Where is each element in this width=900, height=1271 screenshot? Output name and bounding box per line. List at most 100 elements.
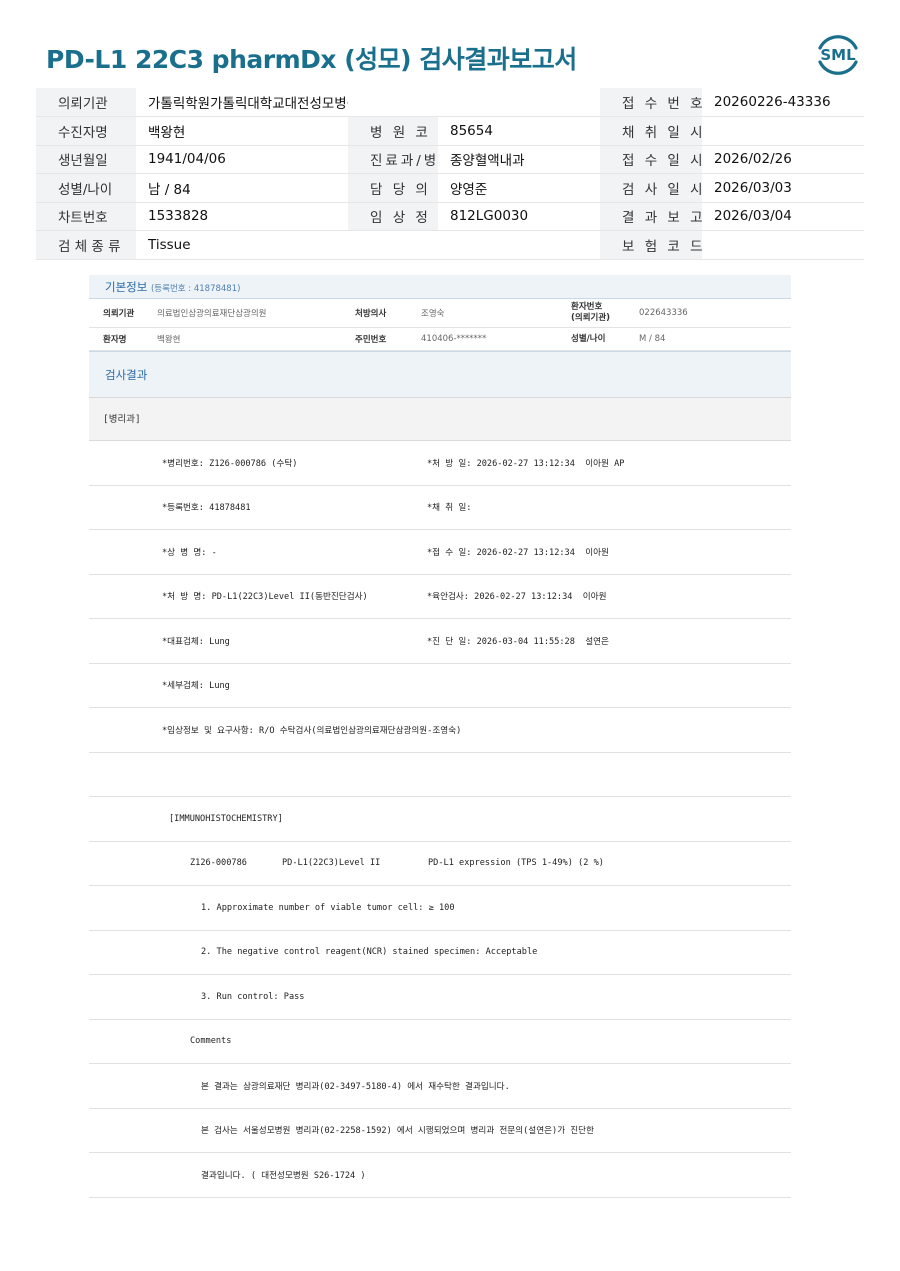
info-label-l3: 보 험 코 드 — [600, 230, 702, 260]
ihc-title: [IMMUNOHISTOCHEMISTRY] — [169, 813, 283, 824]
info-row: 의뢰기관가톨릭학원가톨릭대학교대전성모병원(병리과) 접 수 번 호2026022… — [36, 88, 864, 117]
info-label-l2: 임 상 정 보 — [348, 202, 438, 231]
info-label-l2: 담 당 의 사 — [348, 173, 438, 203]
ihc-item-1: 1. Approximate number of viable tumor ce… — [201, 902, 455, 913]
result-field-right: *처 방 일: 2026-02-27 13:12:34 이아원 AP — [427, 458, 625, 469]
basic-info-section: 기본정보 (등록번호 : 41878481) 의뢰기관 의료법인삼광의료재단삼광… — [89, 275, 791, 1198]
ihc-result-row: Z126-000786 PD-L1(22C3)Level II PD-L1 ex… — [89, 842, 791, 886]
ihc-pathology-id: Z126-000786 — [190, 858, 247, 869]
result-line: *세부검체: Lung — [89, 664, 791, 708]
result-field-left: *처 방 명: PD-L1(22C3)Level II(동반진단검사) — [162, 592, 368, 603]
ihc-item-row: 2. The negative control reagent(NCR) sta… — [89, 931, 791, 975]
logo-text: SML — [820, 46, 856, 64]
result-field-left: *임상정보 및 요구사항: R/O 수탁검사(의료법인삼광의료재단삼광의원-조영… — [162, 725, 462, 736]
label-sex-age: 성별/나이 — [571, 333, 606, 344]
info-label-l1: 검 체 종 류 — [36, 230, 136, 260]
comment-2: 본 검사는 서울성모병원 병리과(02-2258-1592) 에서 시행되었으며… — [201, 1126, 594, 1137]
comment-row: 결과입니다. ( 대전성모병원 S26-1724 ) — [89, 1153, 791, 1198]
info-value-v2 — [438, 230, 600, 260]
result-line: *상 병 명: - *접 수 일: 2026-02-27 13:12:34 이아원 — [89, 530, 791, 575]
basic-info-row-2: 환자명 백왕현 주민번호 410406-******* 성별/나이 M / 84 — [89, 328, 791, 351]
result-field-left: *대표검체: Lung — [162, 636, 230, 647]
comments-label: Comments — [190, 1036, 232, 1047]
label-requesting-institution: 의뢰기관 — [103, 309, 135, 319]
result-line: *대표검체: Lung *진 단 일: 2026-03-04 11:55:28 설… — [89, 619, 791, 664]
info-row: 수진자명백왕현병 원 코 드85654채 취 일 시 — [36, 116, 864, 146]
ihc-item-row: 1. Approximate number of viable tumor ce… — [89, 886, 791, 931]
ihc-item-row: 3. Run control: Pass — [89, 975, 791, 1020]
info-value-v2: 종양혈액내과 — [438, 145, 600, 174]
result-field-right: *진 단 일: 2026-03-04 11:55:28 설연은 — [427, 636, 609, 647]
label-prescribing-doctor: 처방의사 — [355, 309, 387, 319]
info-value-l2 — [348, 88, 438, 117]
result-field-left: *등록번호: 41878481 — [162, 503, 251, 514]
result-line: *등록번호: 41878481 *채 취 일: — [89, 486, 791, 530]
result-field-right: *접 수 일: 2026-02-27 13:12:34 이아원 — [427, 547, 609, 558]
result-field-right: *채 취 일: — [427, 503, 472, 514]
result-line: *임상정보 및 요구사항: R/O 수탁검사(의료법인삼광의료재단삼광의원-조영… — [89, 708, 791, 753]
comment-3: 결과입니다. ( 대전성모병원 S26-1724 ) — [201, 1170, 366, 1181]
result-field-right: *육안검사: 2026-02-27 13:12:34 이아원 — [427, 592, 607, 603]
registration-number: (등록번호 : 41878481) — [150, 284, 241, 294]
info-value-v1: 가톨릭학원가톨릭대학교대전성모병원(병리과) — [136, 88, 348, 117]
info-label-l3: 검 사 일 시 — [600, 173, 702, 203]
ihc-item-3: 3. Run control: Pass — [201, 991, 305, 1002]
info-label-l3: 접 수 번 호 — [600, 88, 702, 117]
info-value-v2: 85654 — [438, 116, 600, 146]
info-label-l1: 수진자명 — [36, 116, 136, 146]
label-resident-number: 주민번호 — [355, 335, 387, 345]
ihc-test-name: PD-L1(22C3)Level II — [282, 858, 381, 869]
basic-info-header: 기본정보 (등록번호 : 41878481) — [89, 275, 791, 299]
info-row: 생년월일1941/04/06진료과/병동종양혈액내과접 수 일 시2026/02… — [36, 145, 864, 174]
info-label-l1: 의뢰기관 — [36, 88, 136, 117]
info-value-v2: 양영준 — [438, 173, 600, 203]
comment-1: 본 결과는 삼광의료재단 병리과(02-3497-5180-4) 에서 재수탁한… — [201, 1081, 510, 1092]
label-patient-number-line1: 환자번호 — [571, 302, 603, 312]
info-row: 성별/나이남 / 84담 당 의 사양영준검 사 일 시2026/03/03 — [36, 173, 864, 203]
department-label: [병리과] — [89, 397, 791, 441]
info-row: 검 체 종 류 Tissue 보 험 코 드 — [36, 230, 864, 260]
info-value-v2: 812LG0030 — [438, 202, 600, 231]
info-value-v2 — [438, 88, 600, 117]
comment-row: 본 검사는 서울성모병원 병리과(02-2258-1592) 에서 시행되었으며… — [89, 1109, 791, 1153]
info-value-v3: 2026/02/26 — [702, 145, 864, 174]
info-value-v1: Tissue — [136, 230, 348, 260]
result-header: 검사결과 — [89, 351, 791, 397]
info-value-v1: 남 / 84 — [136, 173, 348, 203]
label-patient-number: 환자번호 (의뢰기관) — [571, 302, 639, 324]
value-sex-age: M / 84 — [639, 334, 666, 344]
basic-info-title: 기본정보 — [105, 280, 148, 294]
info-value-v3: 20260226-43336 — [702, 88, 864, 117]
ihc-title-row: [IMMUNOHISTOCHEMISTRY] — [89, 797, 791, 842]
blank-row — [89, 753, 791, 797]
info-value-v1: 백왕현 — [136, 116, 348, 146]
ihc-item-2: 2. The negative control reagent(NCR) sta… — [201, 947, 538, 958]
report-title: PD-L1 22C3 pharmDx (성모) 검사결과보고서 — [46, 45, 577, 74]
info-label-l3: 결 과 보 고 — [600, 202, 702, 231]
value-resident-number: 410406-******* — [421, 334, 487, 344]
basic-info-row-1: 의뢰기관 의료법인삼광의료재단삼광의원 처방의사 조영숙 환자번호 (의뢰기관)… — [89, 299, 791, 328]
value-patient-number: 022643336 — [639, 308, 688, 318]
label-patient-name: 환자명 — [103, 335, 127, 345]
value-prescribing-doctor: 조영숙 — [421, 309, 445, 319]
ihc-result: PD-L1 expression (TPS 1-49%) (2 %) — [428, 858, 604, 869]
sml-logo-icon: SML — [818, 35, 858, 75]
info-label-l1: 생년월일 — [36, 145, 136, 174]
info-label-l2: 진료과/병동 — [348, 145, 438, 174]
result-field-left: *세부검체: Lung — [162, 681, 230, 692]
comments-label-row: Comments — [89, 1020, 791, 1064]
info-value-v3 — [702, 116, 864, 146]
comment-row: 본 결과는 삼광의료재단 병리과(02-3497-5180-4) 에서 재수탁한… — [89, 1064, 791, 1109]
result-line: *병리번호: Z126-000786 (수탁) *처 방 일: 2026-02-2… — [89, 441, 791, 486]
report-info-table: 의뢰기관가톨릭학원가톨릭대학교대전성모병원(병리과) 접 수 번 호2026022… — [36, 88, 864, 260]
info-value-l2 — [348, 230, 438, 260]
result-line: *처 방 명: PD-L1(22C3)Level II(동반진단검사) *육안검사… — [89, 575, 791, 619]
result-field-left: *병리번호: Z126-000786 (수탁) — [162, 458, 298, 469]
info-value-v1: 1941/04/06 — [136, 145, 348, 174]
info-label-l3: 채 취 일 시 — [600, 116, 702, 146]
info-row: 차트번호1533828임 상 정 보812LG0030결 과 보 고2026/0… — [36, 202, 864, 231]
info-label-l1: 차트번호 — [36, 202, 136, 231]
info-label-l3: 접 수 일 시 — [600, 145, 702, 174]
info-value-v3: 2026/03/03 — [702, 173, 864, 203]
value-patient-name: 백왕현 — [157, 335, 181, 345]
